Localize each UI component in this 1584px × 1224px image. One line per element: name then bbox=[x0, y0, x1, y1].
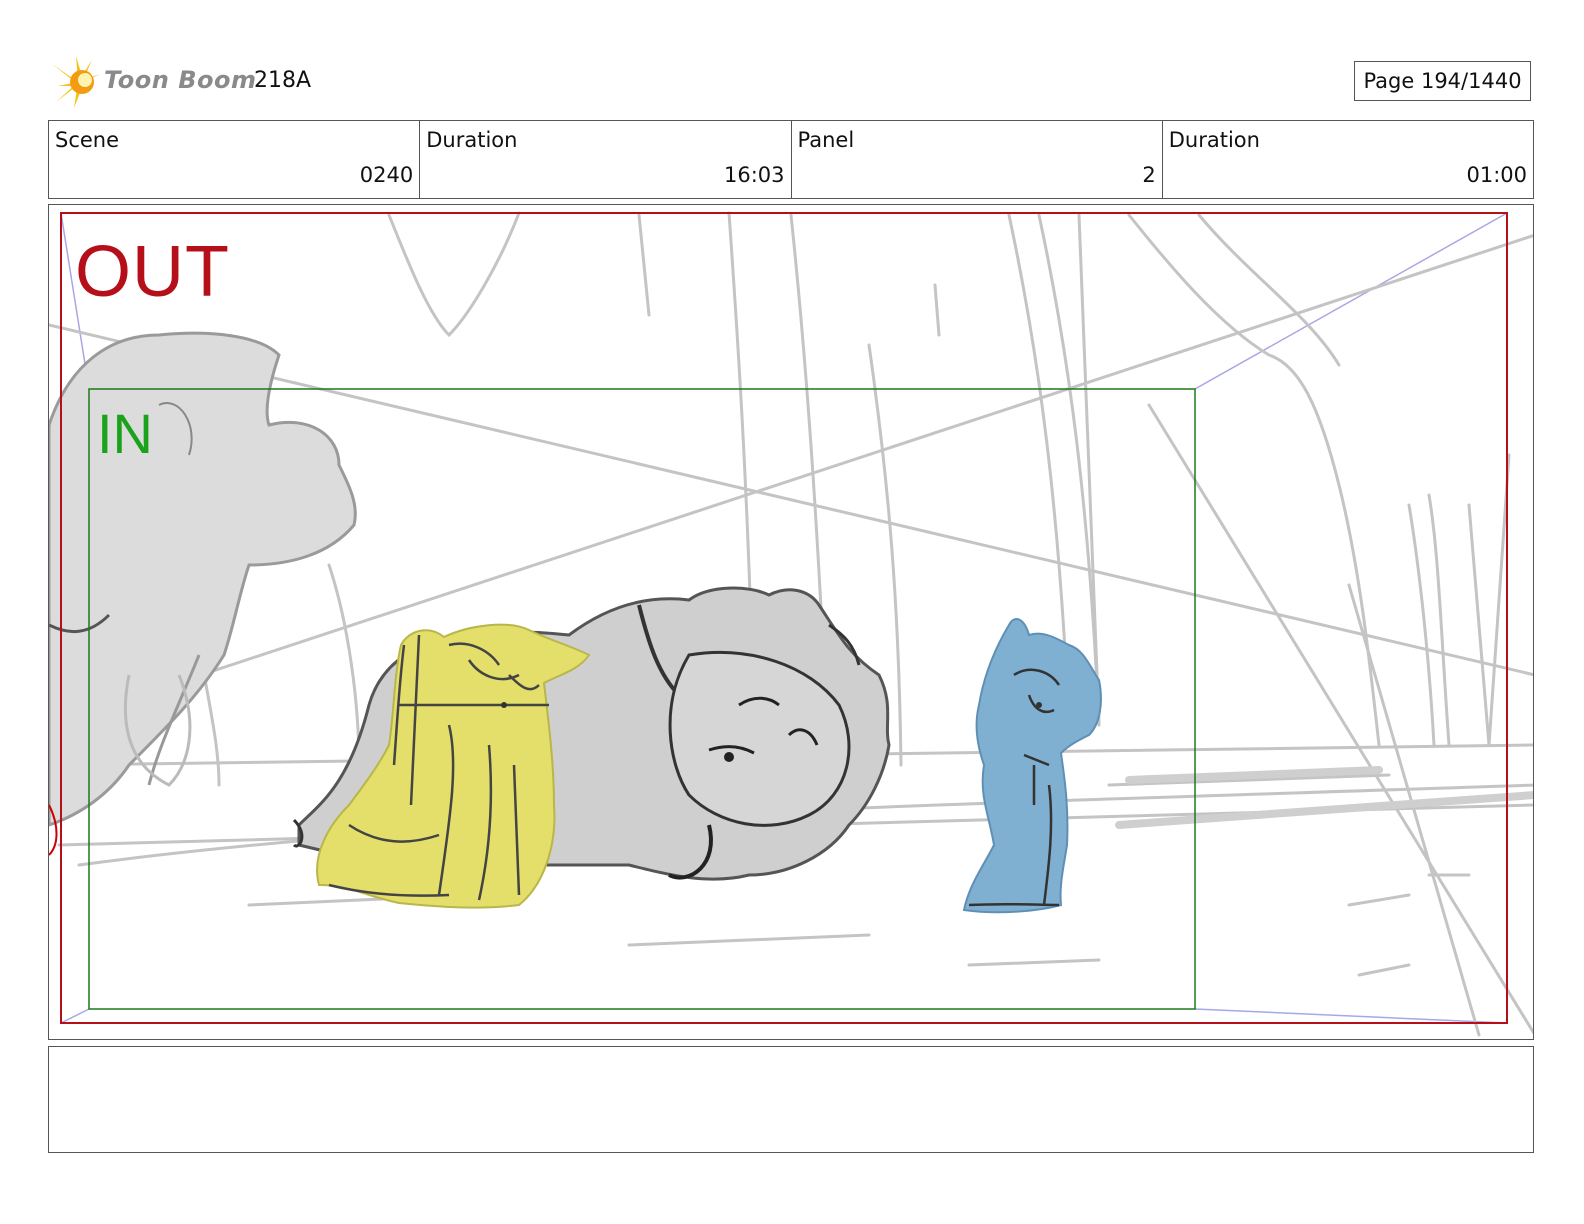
logo-text: Toon Boom bbox=[104, 66, 257, 94]
panel-duration-label: Duration bbox=[1168, 128, 1260, 152]
storyboard-panel: OUT IN bbox=[48, 204, 1534, 1040]
out-frame-label: OUT bbox=[75, 232, 230, 312]
scene-value: 0240 bbox=[359, 163, 414, 187]
panel-value: 2 bbox=[1142, 163, 1156, 187]
scene-duration-cell: Duration 16:03 bbox=[420, 121, 792, 198]
panel-cell: Panel 2 bbox=[792, 121, 1163, 198]
scene-cell: Scene 0240 bbox=[49, 121, 421, 198]
scene-duration-label: Duration bbox=[426, 128, 518, 152]
panel-label: Panel bbox=[797, 128, 855, 152]
scene-label: Scene bbox=[55, 128, 120, 152]
panel-duration-cell: Duration 01:00 bbox=[1163, 121, 1533, 198]
panel-notes-box bbox=[48, 1046, 1534, 1153]
blue-character-sketch bbox=[962, 618, 1102, 914]
panel-drawing bbox=[49, 211, 1533, 1037]
scene-duration-value: 16:03 bbox=[723, 163, 785, 187]
episode-number: 218A bbox=[254, 68, 312, 93]
left-creature-sketch bbox=[49, 331, 357, 856]
in-frame-label: IN bbox=[97, 402, 153, 465]
page-counter: Page 194/1440 bbox=[1354, 61, 1531, 101]
panel-duration-value: 01:00 bbox=[1466, 163, 1527, 187]
scene-info-table: Scene 0240 Duration 16:03 Panel 2 Durati… bbox=[48, 120, 1534, 199]
